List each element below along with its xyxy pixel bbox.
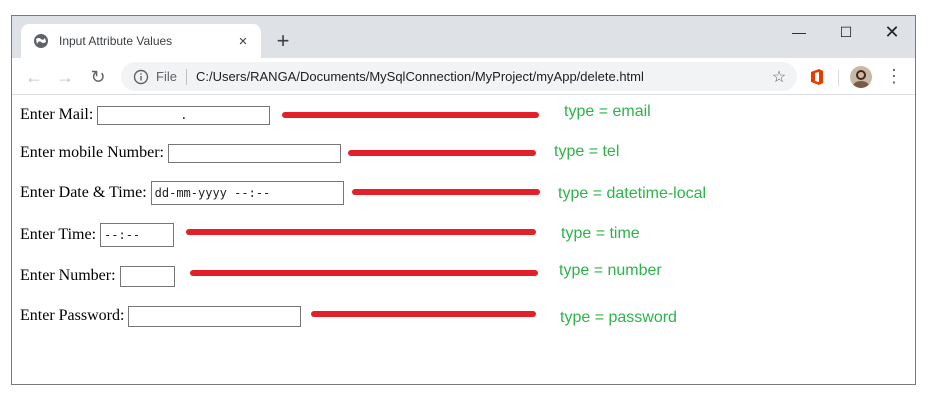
mobile-number-label: Enter mobile Number: <box>20 144 164 161</box>
address-bar[interactable]: File C:/Users/RANGA/Documents/MySqlConne… <box>121 62 797 91</box>
office-extension-icon[interactable] <box>809 68 825 86</box>
minimize-button[interactable]: — <box>776 20 822 44</box>
email-label: Enter Mail: <box>20 106 94 123</box>
email-field[interactable]: . <box>97 105 271 125</box>
url-text[interactable]: C:/Users/RANGA/Documents/MySqlConnection… <box>196 69 767 84</box>
close-window-button[interactable]: ✕ <box>869 20 915 44</box>
email-row: Enter Mail: . <box>20 103 271 127</box>
tab-title: Input Attribute Values <box>59 34 173 48</box>
number-row: Enter Number: <box>20 264 175 288</box>
number-field[interactable] <box>119 265 175 287</box>
note-datetime-local: type = datetime-local <box>558 185 707 202</box>
menu-icon[interactable]: ⋮ <box>884 65 904 89</box>
note-tel: type = tel <box>554 143 620 160</box>
bookmark-star-icon[interactable]: ☆ <box>767 67 791 87</box>
tab-strip: Input Attribute Values × + — ☐ ✕ <box>12 16 915 58</box>
date-time-label: Enter Date & Time: <box>20 184 147 201</box>
time-label: Enter Time: <box>20 226 97 243</box>
browser-window: Input Attribute Values × + — ☐ ✕ ← → ↻ F… <box>11 15 916 385</box>
number-label: Enter Number: <box>20 267 116 284</box>
new-tab-button[interactable]: + <box>270 28 296 54</box>
note-number: type = number <box>559 262 662 279</box>
tel-row: Enter mobile Number: <box>20 141 341 165</box>
maximize-button[interactable]: ☐ <box>823 20 869 44</box>
tab-close-icon[interactable]: × <box>231 33 255 50</box>
time-field[interactable]: --:-- <box>100 223 175 247</box>
page-content: Enter Mail: . Enter mobile Number: Enter… <box>12 95 915 384</box>
info-icon[interactable] <box>133 69 149 85</box>
forward-button[interactable]: → <box>53 65 77 89</box>
back-button[interactable]: ← <box>22 65 46 89</box>
mobile-number-field[interactable] <box>167 143 341 163</box>
date-time-field[interactable]: dd-mm-yyyy --:-- <box>150 181 344 205</box>
note-time: type = time <box>561 225 640 242</box>
password-label: Enter Password: <box>20 307 125 324</box>
tab-input-attribute-values[interactable]: Input Attribute Values × <box>21 24 261 58</box>
note-email: type = email <box>564 103 651 120</box>
browser-toolbar: ← → ↻ File C:/Users/RANGA/Documents/MySq… <box>12 58 915 95</box>
note-password: type = password <box>560 309 677 326</box>
password-row: Enter Password: <box>20 304 302 328</box>
time-row: Enter Time: --:-- <box>20 223 175 247</box>
profile-avatar[interactable] <box>850 66 872 88</box>
globe-icon <box>34 34 48 48</box>
toolbar-divider <box>838 70 839 86</box>
address-scheme-label: File <box>156 69 177 84</box>
reload-button[interactable]: ↻ <box>86 65 110 89</box>
datetime-row: Enter Date & Time: dd-mm-yyyy --:-- <box>20 181 344 205</box>
address-separator <box>185 68 187 85</box>
password-field[interactable] <box>128 305 302 327</box>
